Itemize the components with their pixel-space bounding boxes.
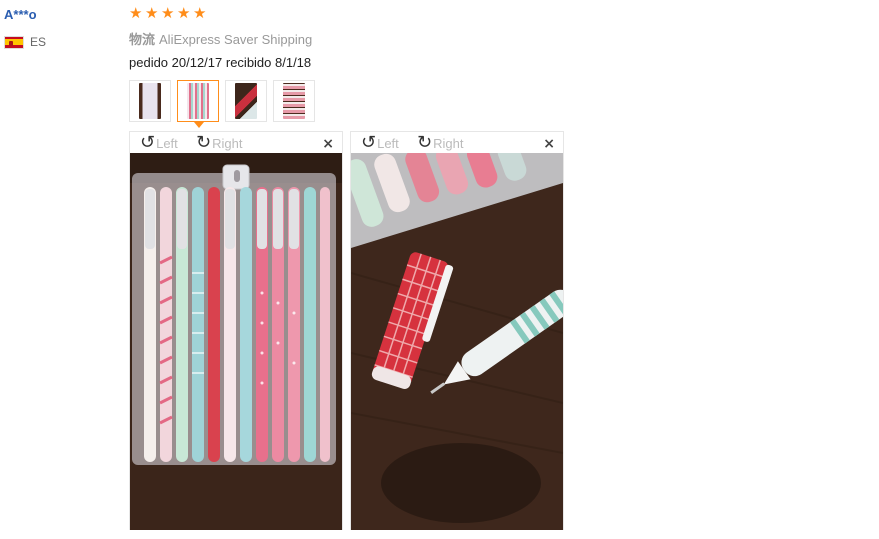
reviewer-country: ES <box>4 35 46 49</box>
close-icon[interactable]: × <box>322 136 334 152</box>
photo-viewer-1: ↺ Left ↻ Right × <box>129 131 343 530</box>
spain-flag-icon <box>4 35 24 49</box>
star-rating: ★ ★ ★ ★ ★ <box>129 6 208 21</box>
rotate-left-button[interactable]: ↺ Left <box>140 134 178 152</box>
rotate-right-button[interactable]: ↻ Right <box>196 134 242 152</box>
star-icon: ★ <box>161 4 175 22</box>
rotate-left-button[interactable]: ↺ Left <box>361 134 399 152</box>
reviewer-name[interactable]: A***o <box>4 7 37 22</box>
viewer-toolbar: ↺ Left ↻ Right × <box>351 132 563 154</box>
shipping-info: 物流 AliExpress Saver Shipping <box>129 29 312 48</box>
review-photo-pen-closeup <box>351 153 563 530</box>
rotate-right-button[interactable]: ↻ Right <box>417 134 463 152</box>
star-icon: ★ <box>177 4 191 22</box>
photo-viewer-2: ↺ Left ↻ Right × <box>350 131 564 530</box>
country-code: ES <box>30 35 47 49</box>
thumbnail-1[interactable] <box>129 80 171 122</box>
viewer-toolbar: ↺ Left ↻ Right × <box>130 132 342 154</box>
thumbnail-4[interactable] <box>273 80 315 122</box>
thumbnail-2[interactable] <box>177 80 219 128</box>
review-photo-pens-box <box>130 153 342 530</box>
star-icon: ★ <box>129 4 143 22</box>
rotate-left-icon: ↺ <box>361 132 377 153</box>
star-icon: ★ <box>193 4 207 22</box>
thumbnail-3[interactable] <box>225 80 267 122</box>
order-dates: pedido 20/12/17 recibido 8/1/18 <box>129 55 312 70</box>
photo-thumbnails <box>129 80 315 128</box>
rotate-right-icon: ↻ <box>417 132 433 153</box>
rotate-right-icon: ↻ <box>196 132 212 153</box>
close-icon[interactable]: × <box>543 136 555 152</box>
shipping-label: 物流 <box>129 32 156 47</box>
rotate-left-icon: ↺ <box>140 132 156 153</box>
shipping-method: AliExpress Saver Shipping <box>159 32 313 47</box>
star-icon: ★ <box>145 4 159 22</box>
